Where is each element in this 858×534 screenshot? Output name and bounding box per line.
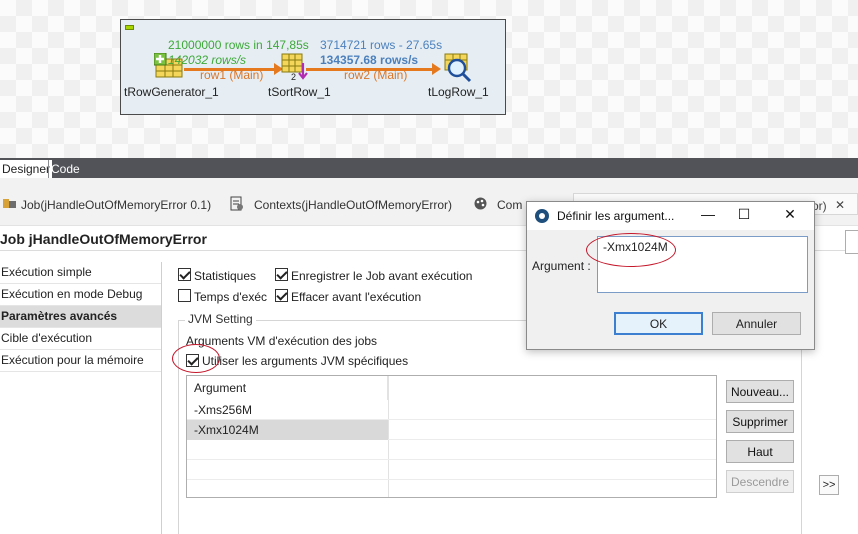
- argument-input[interactable]: -Xmx1024M: [597, 236, 808, 293]
- exec-time-checkbox[interactable]: [178, 289, 191, 302]
- delete-argument-button[interactable]: Supprimer: [726, 410, 794, 433]
- argument-label: Argument :: [532, 259, 591, 273]
- cancel-button[interactable]: Annuler: [712, 312, 801, 335]
- nav-item-memory-run[interactable]: Exécution pour la mémoire: [0, 350, 161, 372]
- vm-args-label: Arguments VM d'exécution des jobs: [186, 334, 378, 348]
- subjob-collapse-toggle[interactable]: [125, 25, 134, 30]
- table-row[interactable]: -Xms256M: [187, 400, 716, 420]
- app-icon: [535, 209, 549, 223]
- row1-label[interactable]: row1 (Main): [200, 68, 263, 82]
- dialog-titlebar[interactable]: Définir les argument... — ☐ ✕: [527, 202, 814, 230]
- tab-code[interactable]: Code: [48, 160, 82, 178]
- jvm-arguments-table: Argument -Xms256M -Xmx1024M: [186, 375, 717, 498]
- clear-before-checkbox[interactable]: [275, 289, 288, 302]
- jvm-setting-title: JVM Setting: [185, 312, 256, 326]
- designer-canvas[interactable]: tRowGenerator_1 2 tSortRow_1 tLogRow_1 2…: [0, 0, 858, 158]
- use-specific-jvm-checkbox[interactable]: [186, 354, 199, 367]
- move-down-button: Descendre: [726, 470, 794, 493]
- nav-item-advanced-settings[interactable]: Paramètres avancés: [0, 306, 161, 328]
- row1-stats-total: 21000000 rows in 147,85s: [168, 38, 309, 52]
- statistics-label: Statistiques: [194, 269, 257, 283]
- table-row[interactable]: -Xmx1024M: [187, 420, 716, 440]
- tab-designer[interactable]: Designer: [0, 160, 53, 178]
- nav-divider: [161, 262, 162, 534]
- close-icon[interactable]: ✕: [775, 206, 805, 226]
- log-row-icon[interactable]: [444, 53, 472, 83]
- argument-cell[interactable]: -Xms256M: [187, 400, 388, 420]
- argument-cell[interactable]: -Xmx1024M: [187, 420, 388, 440]
- table-row-empty: [187, 460, 716, 480]
- table-row-empty: [187, 440, 716, 460]
- contexts-icon: [229, 196, 244, 211]
- component-label-log: tLogRow_1: [428, 85, 489, 99]
- minimize-icon[interactable]: —: [693, 206, 723, 226]
- row2-label[interactable]: row2 (Main): [344, 68, 407, 82]
- statistics-checkbox[interactable]: [178, 268, 191, 281]
- more-button[interactable]: >>: [819, 475, 839, 495]
- side-toolbar-button[interactable]: [845, 230, 858, 254]
- background-tab-close-icon[interactable]: ✕: [835, 198, 845, 212]
- run-settings-nav: Exécution simple Exécution en mode Debug…: [0, 262, 161, 372]
- new-argument-button[interactable]: Nouveau...: [726, 380, 794, 403]
- nav-item-simple-run[interactable]: Exécution simple: [0, 262, 161, 284]
- editor-tab-strip: Designer Code: [0, 158, 858, 178]
- dialog-title: Définir les argument...: [557, 209, 675, 223]
- page-title: Job jHandleOutOfMemoryError: [0, 231, 207, 247]
- maximize-icon[interactable]: ☐: [729, 206, 759, 226]
- use-specific-jvm-label: Utiliser les arguments JVM spécifiques: [202, 354, 409, 368]
- job-icon: [2, 196, 17, 211]
- nav-item-target-exec[interactable]: Cible d'exécution: [0, 328, 161, 350]
- row2-stats-rate: 134357.68 rows/s: [320, 53, 419, 67]
- row2-stats-total: 3714721 rows - 27.65s: [320, 38, 443, 52]
- exec-time-label: Temps d'exéc: [194, 290, 267, 304]
- nav-item-debug-run[interactable]: Exécution en mode Debug: [0, 284, 161, 306]
- svg-text:2: 2: [291, 72, 296, 81]
- tab-component[interactable]: Com: [497, 198, 522, 212]
- tab-contexts[interactable]: Contexts(jHandleOutOfMemoryError): [254, 198, 452, 212]
- move-up-button[interactable]: Haut: [726, 440, 794, 463]
- component-icon: [473, 196, 488, 211]
- clear-before-label: Effacer avant l'exécution: [291, 290, 422, 304]
- table-header-argument: Argument: [187, 376, 388, 400]
- ok-button[interactable]: OK: [614, 312, 703, 335]
- component-label-sort: tSortRow_1: [268, 85, 331, 99]
- save-job-label: Enregistrer le Job avant exécution: [291, 269, 473, 283]
- save-job-checkbox[interactable]: [275, 268, 288, 281]
- flow-row2-arrow-icon: [432, 63, 441, 75]
- row1-stats-rate: 142032 rows/s: [168, 53, 247, 67]
- define-argument-dialog: Définir les argument... — ☐ ✕ Argument :…: [526, 201, 815, 350]
- sort-row-icon[interactable]: 2: [281, 53, 308, 82]
- tab-job[interactable]: Job(jHandleOutOfMemoryError 0.1): [21, 198, 211, 212]
- component-label-generator: tRowGenerator_1: [124, 85, 219, 99]
